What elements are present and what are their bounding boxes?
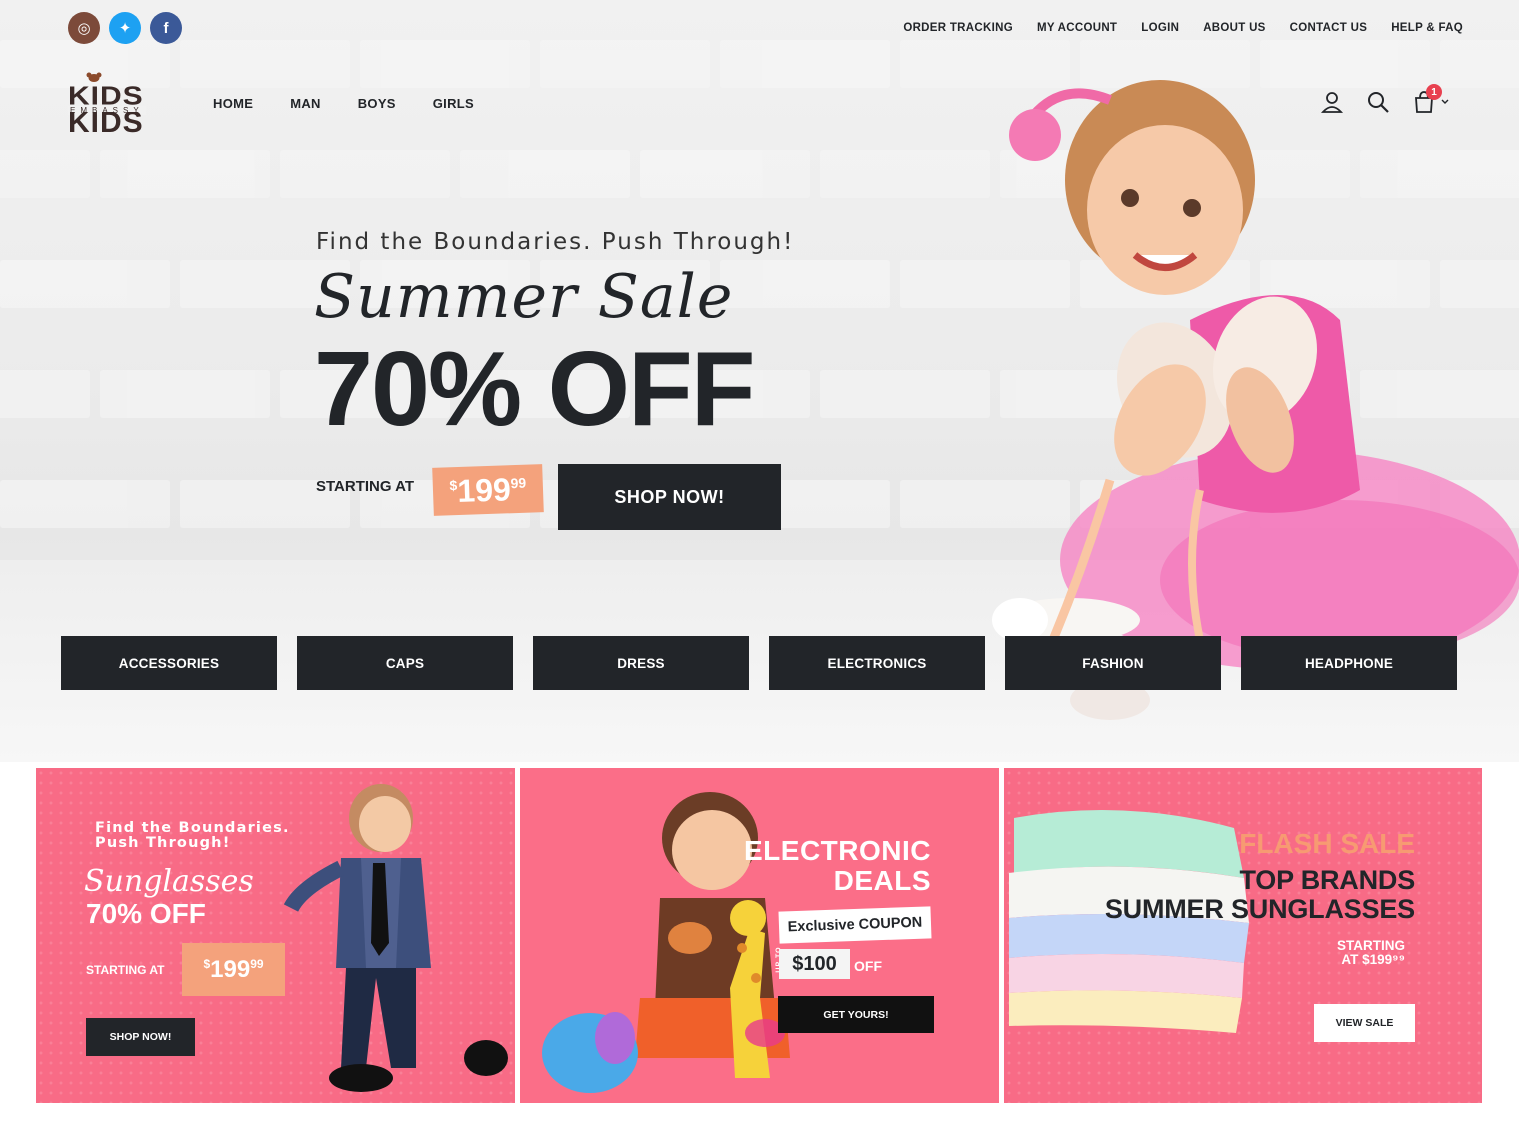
starting-label: STARTING: [1337, 938, 1405, 953]
help-faq-link[interactable]: HELP & FAQ: [1391, 22, 1463, 34]
main-nav: HOME MAN BOYS GIRLS: [213, 96, 474, 111]
hero-price-badge: $ 199 99: [432, 464, 544, 516]
hero-slider: ◎ ✦ f ORDER TRACKING MY ACCOUNT LOGIN AB…: [0, 0, 1519, 762]
coupon-off-label: OFF: [854, 958, 882, 974]
nav-item-man[interactable]: MAN: [290, 96, 321, 111]
category-accessories[interactable]: ACCESSORIES: [61, 636, 277, 690]
coupon-amount: $100: [779, 949, 850, 979]
facebook-icon[interactable]: f: [150, 12, 182, 44]
social-links: ◎ ✦ f: [68, 12, 182, 44]
banner-headline: 70% OFF: [86, 898, 206, 929]
my-account-link[interactable]: MY ACCOUNT: [1037, 22, 1117, 34]
hero-tagline: Find the Boundaries. Push Through!: [316, 229, 795, 255]
category-bar: ACCESSORIES CAPS DRESS ELECTRONICS FASHI…: [61, 636, 1457, 690]
logo-text: KIDS: [68, 112, 144, 134]
hero-shop-now-button[interactable]: SHOP NOW!: [558, 464, 781, 530]
top-links: ORDER TRACKING MY ACCOUNT LOGIN ABOUT US…: [903, 22, 1463, 34]
hero-starting-label: STARTING AT: [316, 478, 415, 495]
starting-price: AT $199⁹⁹: [1341, 952, 1405, 967]
about-us-link[interactable]: ABOUT US: [1203, 22, 1265, 34]
user-icon[interactable]: [1320, 90, 1344, 114]
bear-icon: [86, 72, 102, 82]
view-sale-button[interactable]: VIEW SALE: [1314, 1004, 1415, 1042]
banner-title-line: DEALS: [833, 865, 931, 896]
hero-headline: 70% OFF: [314, 330, 756, 448]
cart-button[interactable]: 1: [1412, 84, 1450, 114]
site-logo[interactable]: KIDS EMBASSY KIDS: [66, 72, 152, 134]
category-headphone[interactable]: HEADPHONE: [1241, 636, 1457, 690]
category-electronics[interactable]: ELECTRONICS: [769, 636, 985, 690]
contact-us-link[interactable]: CONTACT US: [1290, 22, 1368, 34]
order-tracking-link[interactable]: ORDER TRACKING: [903, 22, 1013, 34]
hero-script-title: Summer Sale: [314, 262, 734, 332]
price-cents: 99: [250, 957, 264, 971]
twitter-icon[interactable]: ✦: [109, 12, 141, 44]
flash-sale-label: FLASH SALE: [1239, 828, 1415, 859]
category-dress[interactable]: DRESS: [533, 636, 749, 690]
price-main: 199: [456, 470, 512, 509]
banner-price-badge: $ 199 99: [182, 943, 285, 996]
banner-tagline: Find the Boundaries. Push Through!: [95, 820, 290, 851]
banner-title: TOP BRANDS SUMMER SUNGLASSES: [1105, 866, 1415, 924]
category-caps[interactable]: CAPS: [297, 636, 513, 690]
banner-title-line: ELECTRONIC: [744, 835, 931, 866]
header-actions: 1: [1320, 84, 1450, 114]
nav-item-girls[interactable]: GIRLS: [433, 96, 474, 111]
login-link[interactable]: LOGIN: [1141, 22, 1179, 34]
banner-starting-label: STARTING AT: [86, 963, 165, 977]
banner-shop-now-button[interactable]: SHOP NOW!: [86, 1018, 195, 1056]
price-currency: $: [203, 957, 211, 971]
promo-banner-flash-sale[interactable]: FLASH SALE TOP BRANDS SUMMER SUNGLASSES …: [1004, 768, 1482, 1103]
promo-banner-sunglasses[interactable]: Find the Boundaries. Push Through! Sungl…: [36, 768, 515, 1103]
nav-item-boys[interactable]: BOYS: [358, 96, 396, 111]
banner-title: ELECTRONIC DEALS: [744, 836, 931, 896]
nav-item-home[interactable]: HOME: [213, 96, 253, 111]
banner-script-title: Sunglasses: [84, 864, 254, 899]
get-yours-button[interactable]: GET YOURS!: [778, 996, 934, 1033]
banner-title-line: SUMMER SUNGLASSES: [1104, 894, 1415, 924]
promo-banner-electronic-deals[interactable]: ELECTRONIC DEALS Exclusive COUPON UP TO …: [520, 768, 999, 1103]
banner-title-line: TOP BRANDS: [1239, 865, 1415, 895]
coupon-label: Exclusive COUPON: [778, 906, 932, 944]
price-main: 199: [210, 955, 251, 983]
price-cents: 99: [510, 474, 527, 492]
banner-starting-price: STARTING AT $199⁹⁹: [1337, 939, 1405, 967]
search-icon[interactable]: [1366, 90, 1390, 114]
cart-count-badge: 1: [1426, 84, 1442, 100]
chevron-down-icon: [1441, 99, 1449, 104]
instagram-icon[interactable]: ◎: [68, 12, 100, 44]
category-fashion[interactable]: FASHION: [1005, 636, 1221, 690]
